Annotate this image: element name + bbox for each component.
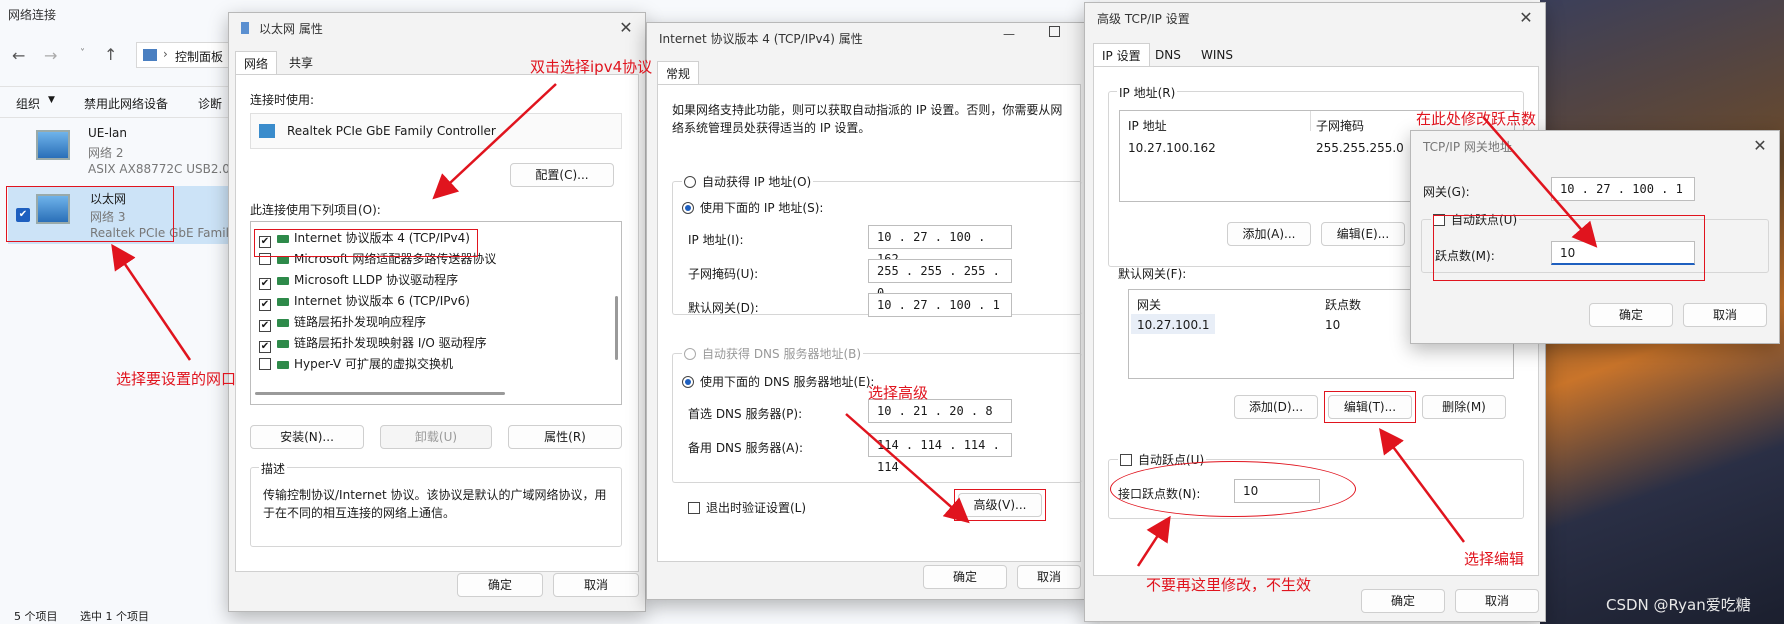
annotation-dbl-ipv4: 双击选择ipv4协议 (530, 58, 653, 76)
annotation-choose-advanced: 选择高级 (868, 384, 929, 402)
annotation-select-port: 选择要设置的网口 (116, 370, 237, 388)
annotation-arrows (111, 83, 1598, 567)
annotation-dont-modify: 不要再这里修改，不生效 (1146, 576, 1312, 594)
annotation-modify-here: 在此处修改跃点数 (1416, 110, 1537, 128)
annotation-choose-edit: 选择编辑 (1464, 550, 1525, 568)
watermark: CSDN @Ryan爱吃糖 (1606, 596, 1751, 614)
